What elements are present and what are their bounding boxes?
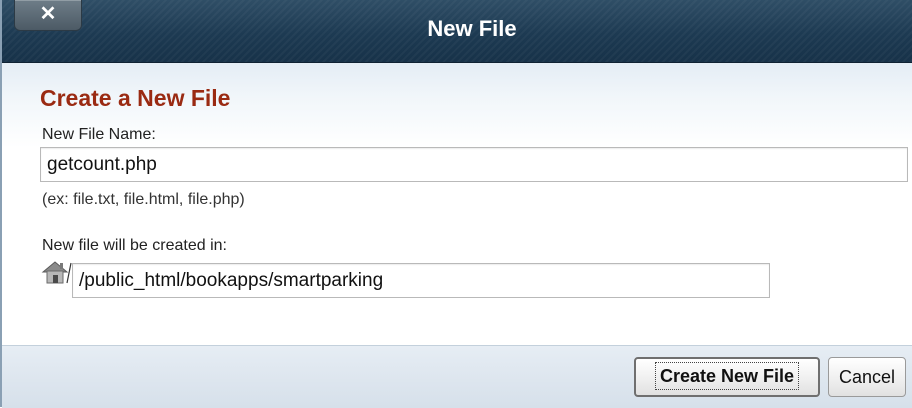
filename-hint: (ex: file.txt, file.html, file.php) <box>42 191 245 208</box>
dialog-titlebar: ✕ New File <box>2 0 912 63</box>
location-input[interactable] <box>72 263 770 298</box>
filename-label: New File Name: <box>42 126 156 143</box>
home-icon <box>41 261 72 284</box>
dialog-footer: Create New File Cancel <box>2 345 912 408</box>
dialog-title: New File <box>427 16 517 41</box>
location-label: New file will be created in: <box>42 237 227 254</box>
filename-input[interactable] <box>40 147 908 182</box>
cancel-label: Cancel <box>838 367 896 387</box>
form-heading: Create a New File <box>40 85 231 111</box>
create-new-file-label: Create New File <box>654 362 800 390</box>
new-file-dialog: ✕ New File Create a New File New File Na… <box>0 0 912 408</box>
cancel-button[interactable]: Cancel <box>828 357 906 397</box>
create-new-file-button[interactable]: Create New File <box>634 357 820 397</box>
dialog-content: Create a New File New File Name: (ex: fi… <box>2 63 912 345</box>
